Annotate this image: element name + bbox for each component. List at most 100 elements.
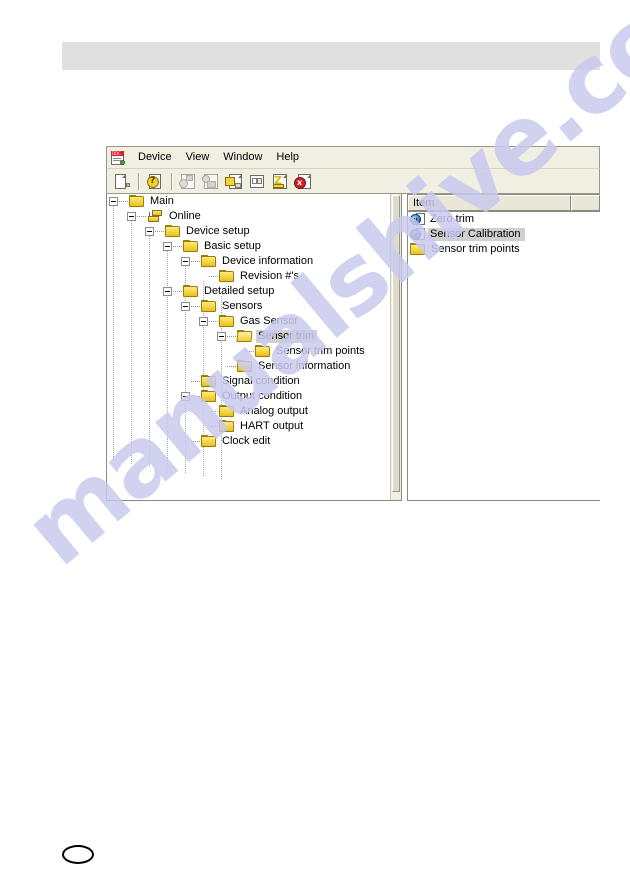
tree-node-online[interactable]: Online bbox=[107, 209, 401, 224]
tree-node-label[interactable]: Signal condition bbox=[220, 375, 303, 388]
tree-collapse-toggle[interactable] bbox=[181, 302, 190, 311]
list-item-label[interactable]: Sensor Calibration bbox=[428, 228, 525, 241]
tree-connector bbox=[173, 290, 182, 293]
page-header-band bbox=[62, 42, 600, 70]
help-about-icon[interactable]: ? bbox=[144, 171, 166, 192]
tree-collapse-toggle[interactable] bbox=[217, 332, 226, 341]
compare-document-icon[interactable] bbox=[246, 171, 268, 192]
tree-connector bbox=[209, 275, 218, 278]
method-icon bbox=[410, 228, 426, 241]
folder-icon bbox=[219, 270, 235, 283]
device-navigation-tree[interactable]: Main Online Device setup Basic setup Device … bbox=[106, 194, 402, 501]
tree-collapse-toggle[interactable] bbox=[163, 287, 172, 296]
toolbar: ? Z x bbox=[106, 168, 600, 194]
folder-icon bbox=[183, 285, 199, 298]
tree-node-label[interactable]: Analog output bbox=[238, 405, 311, 418]
item-list-header: Item bbox=[408, 195, 600, 212]
tree-vertical-scrollbar[interactable] bbox=[390, 194, 401, 500]
item-list-panel[interactable]: Item Zero trim Sensor Calibration Sensor t… bbox=[407, 194, 600, 501]
folder-icon bbox=[219, 420, 235, 433]
disconnect-device-icon[interactable]: x bbox=[292, 171, 314, 192]
tree-node-label[interactable]: Sensor information bbox=[256, 360, 353, 373]
tree-node-revision-s[interactable]: Revision #'s bbox=[107, 269, 401, 284]
folder-icon bbox=[237, 360, 253, 373]
tree-node-sensors[interactable]: Sensors bbox=[107, 299, 401, 314]
tree-node-label[interactable]: Detailed setup bbox=[202, 285, 277, 298]
tree-collapse-toggle[interactable] bbox=[199, 317, 208, 326]
tree-node-main[interactable]: Main bbox=[107, 194, 401, 209]
tree-node-signal-condition[interactable]: Signal condition bbox=[107, 374, 401, 389]
page-number-oval bbox=[62, 845, 94, 864]
tree-collapse-toggle[interactable] bbox=[145, 227, 154, 236]
tree-connector bbox=[191, 305, 200, 308]
scrollbar-thumb[interactable] bbox=[392, 195, 400, 492]
tree-rows: Main Online Device setup Basic setup Device … bbox=[107, 194, 401, 449]
list-item-label[interactable]: Zero trim bbox=[428, 213, 478, 226]
tree-node-detailed-setup[interactable]: Detailed setup bbox=[107, 284, 401, 299]
column-blank[interactable] bbox=[571, 195, 600, 211]
tree-collapse-toggle[interactable] bbox=[109, 197, 118, 206]
menu-view[interactable]: View bbox=[179, 149, 217, 166]
tree-node-device-setup[interactable]: Device setup bbox=[107, 224, 401, 239]
tree-node-label[interactable]: Sensors bbox=[220, 300, 265, 313]
tree-node-label[interactable]: Gas Sensor bbox=[238, 315, 301, 328]
new-document-icon[interactable] bbox=[111, 171, 133, 192]
tree-node-label[interactable]: Sensor trim bbox=[256, 330, 318, 343]
tree-node-label[interactable]: Device setup bbox=[184, 225, 253, 238]
device-config-icon[interactable] bbox=[200, 171, 222, 192]
tree-node-label[interactable]: Device information bbox=[220, 255, 316, 268]
menu-help[interactable]: Help bbox=[269, 149, 306, 166]
tree-node-sensor-trim-points[interactable]: Sensor trim points bbox=[107, 344, 401, 359]
tree-node-label[interactable]: Clock edit bbox=[220, 435, 273, 448]
list-item[interactable]: Zero trim bbox=[408, 212, 600, 227]
folder-icon bbox=[201, 375, 217, 388]
column-item[interactable]: Item bbox=[408, 195, 571, 211]
device-scan-icon[interactable] bbox=[177, 171, 199, 192]
list-item-label[interactable]: Sensor trim points bbox=[429, 243, 524, 256]
tree-node-basic-setup[interactable]: Basic setup bbox=[107, 239, 401, 254]
tree-node-label[interactable]: Sensor trim points bbox=[274, 345, 368, 358]
tree-node-sensor-information[interactable]: Sensor information bbox=[107, 359, 401, 374]
tree-connector bbox=[227, 365, 236, 368]
tree-node-device-information[interactable]: Device information bbox=[107, 254, 401, 269]
menu-device[interactable]: Device bbox=[131, 149, 179, 166]
list-item[interactable]: Sensor Calibration bbox=[408, 227, 600, 242]
folder-open-icon bbox=[236, 330, 253, 343]
folder-icon bbox=[183, 240, 199, 253]
tree-node-label[interactable]: Revision #'s bbox=[238, 270, 302, 283]
tree-node-label[interactable]: Online bbox=[167, 210, 204, 223]
method-icon bbox=[410, 213, 426, 226]
tree-node-analog-output[interactable]: Analog output bbox=[107, 404, 401, 419]
tree-node-sensor-trim[interactable]: Sensor trim bbox=[107, 329, 401, 344]
menu-window[interactable]: Window bbox=[216, 149, 269, 166]
folder-icon bbox=[201, 435, 217, 448]
tree-node-output-condition[interactable]: Output condition bbox=[107, 389, 401, 404]
tree-collapse-toggle[interactable] bbox=[181, 257, 190, 266]
menu-bar: DDC Device View Window Help bbox=[106, 146, 600, 168]
tree-node-label[interactable]: Basic setup bbox=[202, 240, 264, 253]
tree-node-clock-edit[interactable]: Clock edit bbox=[107, 434, 401, 449]
tree-collapse-toggle[interactable] bbox=[127, 212, 136, 221]
tree-node-label[interactable]: HART output bbox=[238, 420, 306, 433]
list-item[interactable]: Sensor trim points bbox=[408, 242, 600, 257]
tree-collapse-toggle[interactable] bbox=[181, 392, 190, 401]
tree-node-hart-output[interactable]: HART output bbox=[107, 419, 401, 434]
flash-document-icon[interactable]: Z bbox=[269, 171, 291, 192]
folder-icon bbox=[201, 300, 217, 313]
tree-connector bbox=[191, 380, 200, 383]
tree-connector bbox=[191, 395, 200, 398]
tree-connector bbox=[245, 350, 254, 353]
folder-icon bbox=[255, 345, 271, 358]
tree-collapse-toggle[interactable] bbox=[163, 242, 172, 251]
online-device-icon bbox=[147, 210, 164, 223]
folder-icon bbox=[219, 405, 235, 418]
send-to-device-icon[interactable] bbox=[223, 171, 245, 192]
tree-connector bbox=[137, 215, 146, 218]
tree-node-gas-sensor[interactable]: Gas Sensor bbox=[107, 314, 401, 329]
tree-connector bbox=[191, 440, 200, 443]
toolbar-separator-1 bbox=[138, 172, 140, 190]
tree-node-label[interactable]: Output condition bbox=[220, 390, 305, 403]
tree-node-label[interactable]: Main bbox=[148, 195, 177, 208]
